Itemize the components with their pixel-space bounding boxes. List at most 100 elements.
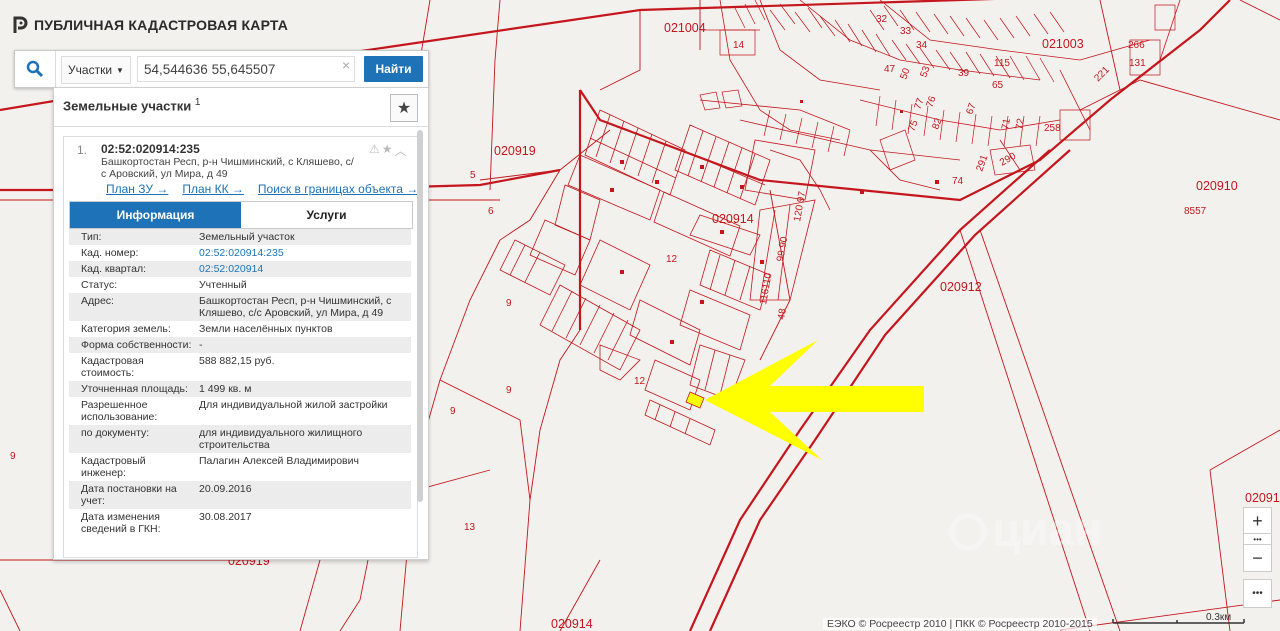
property-value: для индивидуального жилищного строительс… bbox=[199, 427, 363, 451]
scrollbar[interactable] bbox=[417, 130, 423, 502]
property-key: Кадастровая стоимость: bbox=[81, 355, 144, 379]
property-table: Тип: Земельный участок Кад. номер: 02:52:02… bbox=[69, 229, 411, 537]
search-bar: Участки ▼ × Найти bbox=[14, 50, 429, 88]
warning-icon[interactable]: ⚠ bbox=[369, 142, 380, 159]
property-row: Кадастровый инженер: Палагин Алексей Влад… bbox=[69, 453, 411, 481]
map-small-label: 12 bbox=[666, 254, 678, 265]
map-small-label: 258 bbox=[1044, 123, 1061, 134]
property-row: Статус: Учтенный bbox=[69, 277, 411, 293]
map-small-label: 131 bbox=[1129, 58, 1146, 69]
property-value: Палагин Алексей Владимирович bbox=[199, 455, 359, 467]
more-menu-button[interactable]: ••• bbox=[1243, 579, 1272, 608]
star-icon[interactable]: ★ bbox=[382, 142, 393, 159]
map-label: 02091 bbox=[1245, 491, 1280, 505]
result-links: План ЗУ → План КК → Поиск в границах объ… bbox=[106, 182, 417, 196]
property-value[interactable]: 02:52:020914 bbox=[193, 263, 411, 275]
map-small-label: 12 bbox=[634, 376, 646, 387]
chevron-up-icon[interactable]: ︿ bbox=[395, 142, 407, 159]
property-key: Дата постановки на учет: bbox=[81, 483, 177, 507]
result-address: Башкортостан Респ, р-н Чишминский, с Кля… bbox=[101, 156, 354, 180]
property-value: Земли населённых пунктов bbox=[199, 323, 333, 335]
property-row: Кадастровая стоимость: 588 882,15 руб. bbox=[69, 353, 411, 381]
search-button[interactable]: Найти bbox=[364, 56, 423, 82]
star-icon: ★ bbox=[396, 100, 412, 117]
map-small-label: 9 bbox=[506, 298, 512, 309]
result-card[interactable]: 1. 02:52:020914:235 Башкортостан Респ, р… bbox=[63, 136, 418, 558]
map-small-label: 32 bbox=[876, 14, 888, 25]
map-label: 021004 bbox=[664, 21, 706, 35]
app-brand[interactable]: ПУБЛИЧНАЯ КАДАСТРОВАЯ КАРТА bbox=[12, 16, 288, 34]
property-row: Разрешенное использование: Для индивидуал… bbox=[69, 397, 411, 425]
property-row: Кад. номер: 02:52:020914:235 bbox=[69, 245, 411, 261]
search-within-link[interactable]: Поиск в границах объекта → bbox=[258, 182, 417, 196]
property-key: Форма собственности: bbox=[81, 339, 192, 351]
results-panel: Земельные участки 1 ★ 1. 02:52:020914:23… bbox=[53, 87, 429, 560]
search-input[interactable] bbox=[137, 56, 355, 82]
property-key: Тип: bbox=[81, 231, 102, 243]
tab-info[interactable]: Информация bbox=[70, 202, 241, 228]
property-row: Категория земель: Земли населённых пункто… bbox=[69, 321, 411, 337]
search-type-select[interactable]: Участки ▼ bbox=[61, 56, 131, 84]
property-value: 20.09.2016 bbox=[199, 483, 252, 495]
property-row: по документу: для индивидуального жилищно… bbox=[69, 425, 411, 453]
map-small-label: 74 bbox=[952, 176, 964, 187]
favorites-button[interactable]: ★ bbox=[390, 94, 418, 122]
panel-heading: Земельные участки 1 bbox=[63, 97, 201, 114]
map-small-label: 33 bbox=[900, 26, 912, 37]
property-value: 588 882,15 руб. bbox=[199, 355, 275, 367]
property-value[interactable]: 02:52:020914:235 bbox=[193, 247, 411, 259]
property-value: Учтенный bbox=[199, 279, 247, 291]
result-index: 1. bbox=[77, 143, 88, 157]
map-small-label: 14 bbox=[733, 40, 745, 51]
map-small-label: 13 bbox=[464, 522, 476, 533]
plan-zu-link[interactable]: План ЗУ → bbox=[106, 182, 168, 196]
tabs: Информация Услуги bbox=[69, 201, 413, 229]
property-value: Для индивидуальной жилой застройки bbox=[199, 399, 388, 411]
map-small-label: 39 bbox=[958, 68, 970, 79]
map-small-label: 9 bbox=[506, 385, 512, 396]
plan-kk-link[interactable]: План КК → bbox=[182, 182, 244, 196]
property-key: Кадастровый инженер: bbox=[81, 455, 146, 479]
chevron-down-icon: ▼ bbox=[116, 65, 124, 75]
property-key: Разрешенное использование: bbox=[81, 399, 158, 423]
property-key: Уточненная площадь: bbox=[81, 383, 188, 395]
result-cad-number[interactable]: 02:52:020914:235 bbox=[101, 142, 200, 156]
property-link[interactable]: 02:52:020914:235 bbox=[199, 247, 284, 259]
property-key: Статус: bbox=[81, 279, 118, 291]
map-label: 020919 bbox=[494, 144, 536, 158]
property-value: 30.08.2017 bbox=[199, 511, 252, 523]
property-row: Форма собственности: - bbox=[69, 337, 411, 353]
property-key: Дата изменения сведений в ГКН: bbox=[81, 511, 161, 535]
result-count: 1 bbox=[194, 97, 201, 108]
property-row: Дата постановки на учет: 20.09.2016 bbox=[69, 481, 411, 509]
property-link[interactable]: 02:52:020914 bbox=[199, 263, 263, 275]
map-label: 020914 bbox=[551, 617, 593, 631]
property-key: Адрес: bbox=[81, 295, 114, 307]
property-key: Кад. квартал: bbox=[81, 263, 146, 275]
property-row: Адрес: Башкортостан Респ, р-н Чишминский,… bbox=[69, 293, 411, 321]
map-small-label: 115 bbox=[994, 58, 1010, 69]
clear-icon[interactable]: × bbox=[342, 57, 350, 73]
property-row: Дата изменения сведений в ГКН: 30.08.2017 bbox=[69, 509, 411, 537]
property-value: Башкортостан Респ, р-н Чишминский, с Кля… bbox=[199, 295, 392, 319]
map-label: 8557 bbox=[1184, 206, 1207, 217]
scale-label: 0.3км bbox=[1206, 612, 1232, 623]
map-label: 020914 bbox=[712, 212, 754, 226]
pkk-logo-icon bbox=[13, 16, 28, 33]
card-icons: ⚠ ★ ︿ bbox=[369, 142, 407, 159]
map-label: 021003 bbox=[1042, 37, 1084, 51]
property-row: Тип: Земельный участок bbox=[69, 229, 411, 245]
property-key: Категория земель: bbox=[81, 323, 171, 335]
map-small-label: 9 bbox=[10, 451, 16, 462]
search-icon[interactable] bbox=[15, 51, 56, 87]
zoom-out-button[interactable]: − bbox=[1243, 544, 1272, 572]
property-value: - bbox=[199, 339, 203, 351]
app-title: ПУБЛИЧНАЯ КАДАСТРОВАЯ КАРТА bbox=[34, 17, 289, 33]
map-small-label: 5 bbox=[470, 170, 476, 181]
map-small-label: 266 bbox=[1128, 40, 1145, 51]
property-row: Кад. квартал: 02:52:020914 bbox=[69, 261, 411, 277]
divider bbox=[54, 126, 428, 127]
search-type-label: Участки bbox=[68, 63, 113, 77]
tab-services[interactable]: Услуги bbox=[241, 202, 412, 228]
zoom-in-button[interactable]: + bbox=[1243, 507, 1272, 535]
